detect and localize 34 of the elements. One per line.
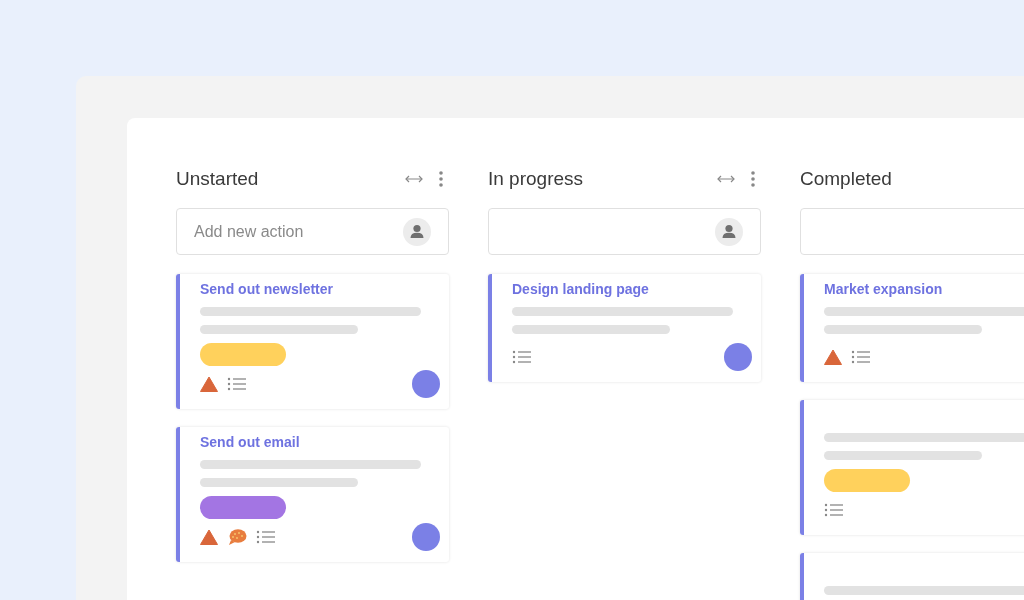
checklist-icon[interactable] <box>851 350 871 364</box>
avatar[interactable] <box>412 370 440 398</box>
card-title: Send out email <box>200 434 301 451</box>
resize-icon[interactable] <box>404 174 424 184</box>
more-icon[interactable] <box>438 170 444 188</box>
avatar[interactable] <box>412 523 440 551</box>
checklist-icon[interactable] <box>227 377 247 391</box>
task-card[interactable]: Send out newsletter <box>176 274 449 409</box>
task-card[interactable] <box>800 400 1024 535</box>
checklist-icon[interactable] <box>824 503 844 517</box>
task-card[interactable]: Market expansion <box>800 274 1024 382</box>
warning-icon[interactable] <box>200 376 218 392</box>
checklist-icon[interactable] <box>256 530 276 544</box>
card-title: Design landing page <box>512 281 650 298</box>
warning-icon[interactable] <box>200 529 218 545</box>
column-title: Completed <box>800 168 892 190</box>
card-title: Send out newsletter <box>200 281 335 298</box>
task-card[interactable]: Design landing page <box>488 274 761 382</box>
user-icon[interactable] <box>715 218 743 246</box>
comment-icon[interactable] <box>227 528 247 546</box>
user-icon[interactable] <box>403 218 431 246</box>
resize-icon[interactable] <box>716 174 736 184</box>
column-title: Unstarted <box>176 168 259 190</box>
more-icon[interactable] <box>750 170 756 188</box>
column-title: In progress <box>488 168 584 190</box>
checklist-icon[interactable] <box>512 350 532 364</box>
task-card[interactable]: Send out email <box>176 427 449 562</box>
input-field[interactable] <box>800 208 1024 255</box>
input-field[interactable]: Add new action <box>176 208 449 255</box>
input-field[interactable] <box>488 208 761 255</box>
warning-icon[interactable] <box>824 349 842 365</box>
card-title: Market expansion <box>824 281 944 298</box>
tag-pill[interactable] <box>200 496 286 519</box>
avatar[interactable] <box>724 343 752 371</box>
